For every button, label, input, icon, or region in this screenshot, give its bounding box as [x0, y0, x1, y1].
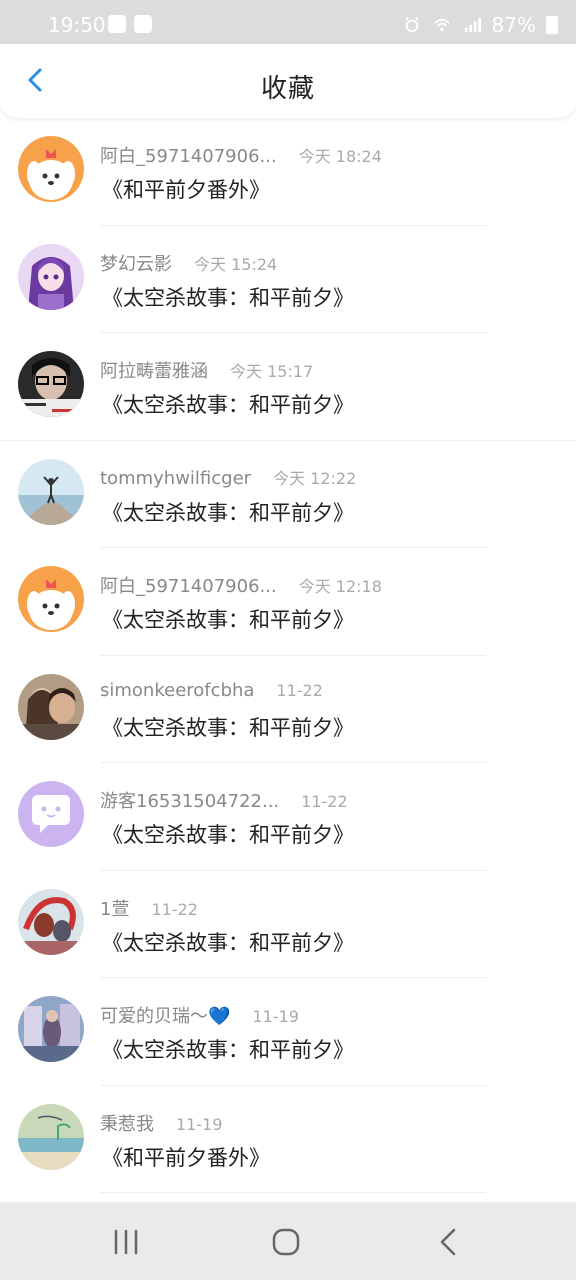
- avatar-chat-bubble[interactable]: [18, 781, 84, 847]
- timestamp: 11-22: [151, 899, 198, 919]
- timestamp: 11-22: [301, 792, 348, 811]
- username[interactable]: simonkeerofcbha: [100, 680, 254, 701]
- item-meta: 梦幻云影 今天 15:24: [100, 250, 277, 276]
- item-meta: 游客16531504722... 11-22: [100, 787, 348, 813]
- username[interactable]: 阿白_5971407906...: [100, 572, 277, 598]
- battery-icon: [546, 16, 558, 34]
- story-title[interactable]: 《太空杀故事：和平前夕》: [102, 1034, 354, 1064]
- list-item[interactable]: 梦幻云影 今天 15:24 《太空杀故事：和平前夕》: [0, 226, 576, 333]
- list-item[interactable]: 可爱的贝瑞～💙 11-19 《太空杀故事：和平前夕》: [0, 978, 576, 1086]
- username[interactable]: 阿拉畴蕾雅涵: [100, 357, 208, 383]
- list-item[interactable]: simonkeerofcbha 11-22 《太空杀故事：和平前夕》: [0, 656, 576, 763]
- back-icon[interactable]: [428, 1222, 468, 1262]
- avatar-orange-dog[interactable]: [18, 566, 84, 632]
- recent-apps-icon[interactable]: [106, 1222, 146, 1262]
- item-meta: 可爱的贝瑞～💙 11-19: [100, 1002, 299, 1028]
- story-title[interactable]: 《太空杀故事：和平前夕》: [102, 282, 354, 312]
- timestamp: 今天 15:17: [230, 362, 314, 381]
- signal-icon: [464, 17, 481, 33]
- alarm-icon: [404, 17, 419, 33]
- timestamp: 今天 12:18: [298, 577, 382, 596]
- wifi-icon: [433, 18, 450, 32]
- timestamp: 今天 18:24: [298, 147, 382, 166]
- status-right: 87%: [402, 13, 558, 37]
- timestamp: 11-19: [252, 1007, 299, 1026]
- app-notification-icon: [108, 15, 126, 33]
- avatar-street-photo[interactable]: [18, 996, 84, 1062]
- story-title[interactable]: 《太空杀故事：和平前夕》: [102, 497, 354, 527]
- header: 收藏: [0, 44, 576, 118]
- username[interactable]: 阿白_5971407906...: [100, 142, 277, 168]
- timestamp: 11-22: [276, 680, 323, 700]
- story-title[interactable]: 《太空杀故事：和平前夕》: [102, 927, 354, 957]
- item-meta: 1萱 11-22: [100, 895, 198, 921]
- item-meta: tommyhwilficger 今天 12:22: [100, 465, 356, 489]
- list-item[interactable]: tommyhwilficger 今天 12:22 《太空杀故事：和平前夕》: [0, 441, 576, 548]
- avatar-red-art[interactable]: [18, 888, 84, 955]
- username[interactable]: 1萱: [100, 895, 129, 921]
- timestamp: 今天 15:24: [194, 254, 278, 274]
- story-title[interactable]: 《和平前夕番外》: [102, 174, 270, 204]
- story-title[interactable]: 《太空杀故事：和平前夕》: [102, 819, 354, 849]
- list-item[interactable]: 游客16531504722... 11-22 《太空杀故事：和平前夕》: [0, 763, 576, 871]
- list-item[interactable]: 阿白_5971407906... 今天 18:24 《和平前夕番外》: [0, 118, 576, 226]
- page-title: 收藏: [260, 74, 315, 104]
- notification-icons: [108, 15, 152, 33]
- status-time: 19:50: [48, 13, 106, 37]
- list-item[interactable]: 阿白_5971407906... 今天 12:18 《太空杀故事：和平前夕》: [0, 548, 576, 656]
- divider: [100, 1192, 486, 1193]
- avatar-photo-girl[interactable]: [18, 351, 84, 417]
- battery-percent: 87%: [491, 13, 536, 37]
- story-title[interactable]: 《太空杀故事：和平前夕》: [102, 604, 354, 634]
- avatar-sea-yoga[interactable]: [18, 458, 84, 525]
- avatar-purple-anime[interactable]: [18, 243, 84, 310]
- list-item[interactable]: 1萱 11-22 《太空杀故事：和平前夕》: [0, 871, 576, 978]
- story-title[interactable]: 《太空杀故事：和平前夕》: [102, 712, 354, 742]
- list-item[interactable]: 阿拉畴蕾雅涵 今天 15:17 《太空杀故事：和平前夕》: [0, 333, 576, 441]
- story-title[interactable]: 《和平前夕番外》: [102, 1142, 270, 1172]
- username[interactable]: 秉惹我: [100, 1110, 154, 1136]
- item-meta: 阿白_5971407906... 今天 18:24: [100, 142, 382, 168]
- username[interactable]: 梦幻云影: [100, 250, 172, 276]
- home-icon[interactable]: [266, 1222, 306, 1262]
- timestamp: 11-19: [176, 1114, 223, 1134]
- avatar-couple-photo[interactable]: [18, 673, 84, 740]
- item-meta: simonkeerofcbha 11-22: [100, 680, 323, 701]
- favorites-list: 阿白_5971407906... 今天 18:24 《和平前夕番外》 梦幻云影 …: [0, 118, 576, 1193]
- username[interactable]: tommyhwilficger: [100, 468, 251, 489]
- username[interactable]: 可爱的贝瑞～💙: [100, 1002, 230, 1028]
- item-meta: 秉惹我 11-19: [100, 1110, 223, 1136]
- avatar-orange-dog[interactable]: [18, 136, 84, 202]
- avatar-beach-photo[interactable]: [18, 1103, 84, 1170]
- item-meta: 阿白_5971407906... 今天 12:18: [100, 572, 382, 598]
- item-meta: 阿拉畴蕾雅涵 今天 15:17: [100, 357, 313, 383]
- username[interactable]: 游客16531504722...: [100, 787, 279, 813]
- list-item[interactable]: 秉惹我 11-19 《和平前夕番外》: [0, 1086, 576, 1193]
- story-title[interactable]: 《太空杀故事：和平前夕》: [102, 389, 354, 419]
- timestamp: 今天 12:22: [273, 468, 357, 488]
- checkbox-notification-icon: [134, 15, 152, 33]
- navigation-bar: [0, 1202, 576, 1280]
